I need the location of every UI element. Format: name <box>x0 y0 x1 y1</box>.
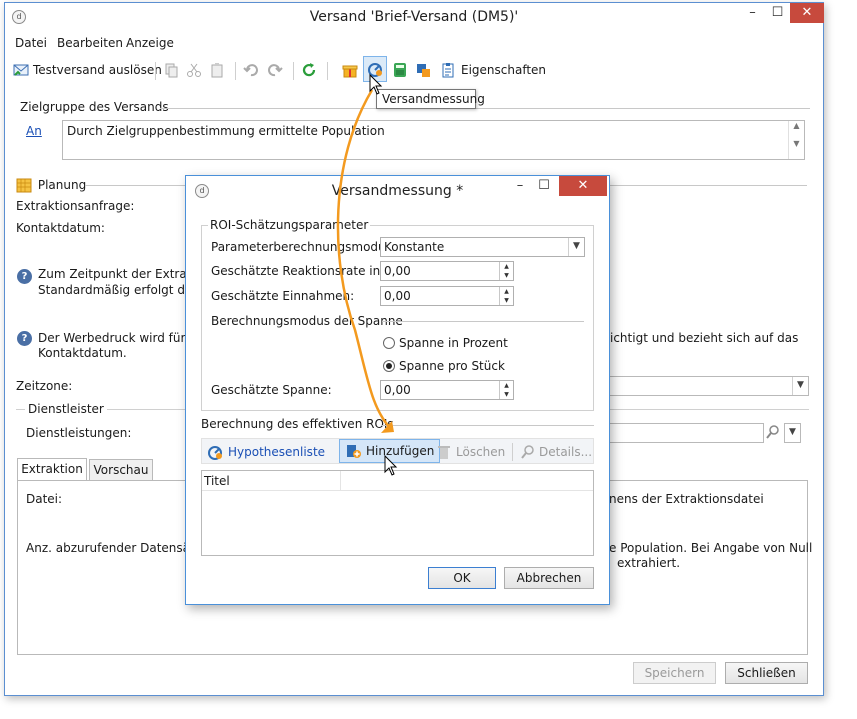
annotation-arrow <box>336 89 393 431</box>
annotation-overlay <box>336 73 398 476</box>
annotation-arrowhead <box>381 421 394 433</box>
cursor-icon <box>384 454 398 476</box>
